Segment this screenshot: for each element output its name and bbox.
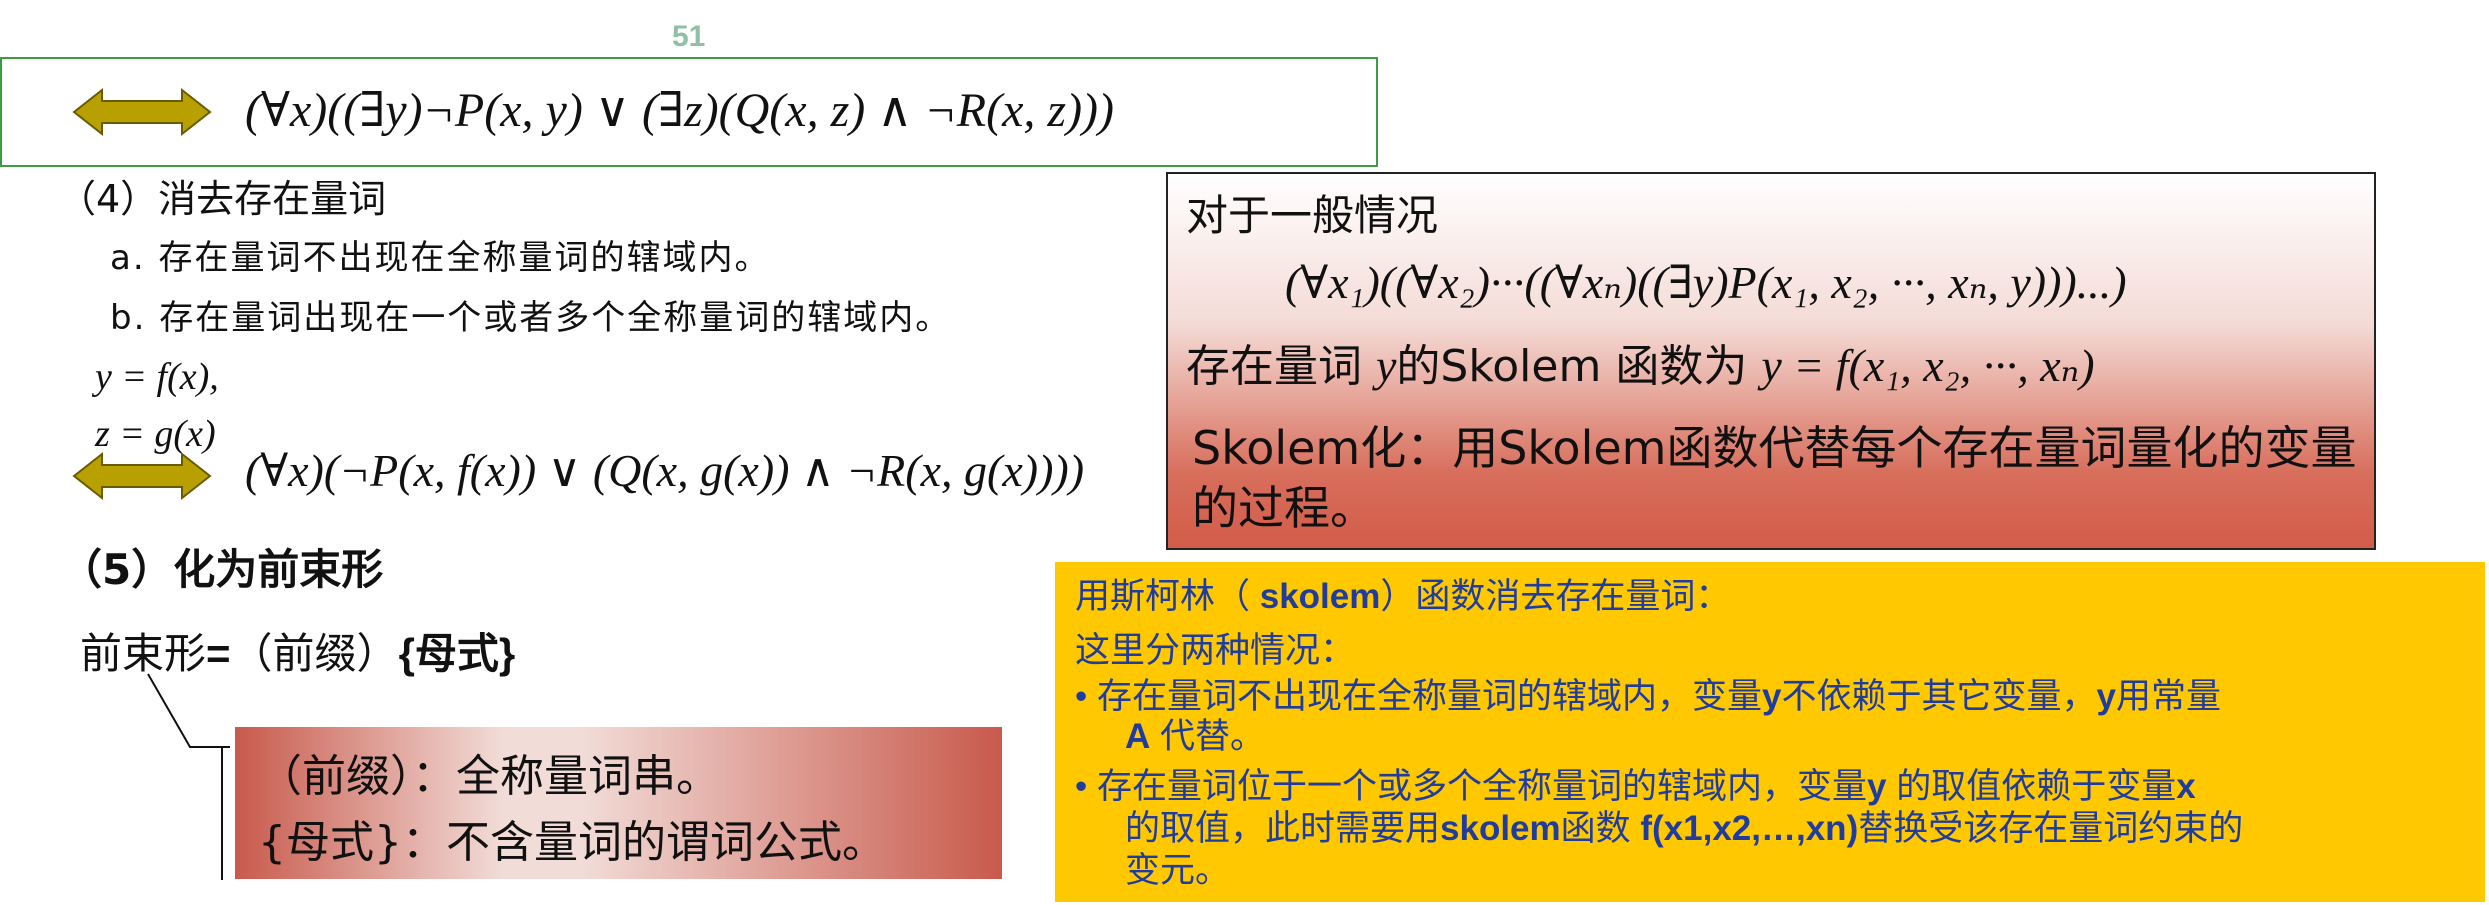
note-b1f: A	[1125, 717, 1151, 756]
formula-quantified: (∀x)((∃y)¬P(x, y) ∨ (∃z)(Q(x, z) ∧ ¬R(x,…	[245, 84, 1115, 137]
callout-connector	[147, 673, 230, 880]
bullet-icon: •	[1075, 767, 1088, 806]
note-b2g: 函数	[1560, 809, 1641, 848]
skolem-function-formula: y = f(x₁, x₂, ···, xₙ)	[1761, 340, 2095, 391]
note-l1a: 用斯柯林（	[1075, 577, 1260, 616]
prefix-explanation: （前缀）：全称量词串。	[258, 751, 720, 802]
substitution-y: y = f(x),	[95, 356, 219, 398]
double-arrow-icon	[72, 451, 212, 501]
skolem-line-var: y	[1376, 340, 1397, 391]
skolem-line-mid: 的Skolem 函数为	[1396, 341, 1762, 392]
note-b2h: f(x1,x2,…,xn)	[1640, 809, 1859, 848]
note-bullet-2-line-2: 的取值，此时需要用skolem函数 f(x1,x2,…,xn)替换受该存在量词约…	[1125, 800, 2243, 851]
prenex-eq: =	[206, 630, 231, 677]
note-b2f: skolem	[1440, 809, 1561, 848]
step4-item-a: a. 存在量词不出现在全称量词的辖域内。	[110, 238, 771, 278]
prenex-label: 前束形	[80, 629, 207, 678]
note-line-2: 这里分两种情况：	[1075, 631, 1356, 670]
double-arrow-icon	[72, 87, 212, 137]
formula-skolemized: (∀x)(¬P(x, f(x)) ∨ (Q(x, g(x)) ∧ ¬R(x, g…	[245, 445, 1085, 496]
note-l1c: ）函数消去存在量词：	[1380, 577, 1731, 616]
note-line-1: 用斯柯林（ skolem）函数消去存在量词：	[1075, 568, 1730, 619]
note-bullet-1-line-2: A 代替。	[1125, 708, 1265, 759]
note-b1e: 用常量	[2115, 677, 2221, 716]
general-case-title: 对于一般情况	[1186, 191, 1439, 240]
matrix-explanation: {母式}：不含量词的谓词公式。	[258, 817, 886, 868]
note-b1g: 代替。	[1150, 717, 1266, 756]
general-case-formula: (∀x₁)((∀x₂)···((∀xₙ)((∃y)P(x₁, x₂, ···, …	[1285, 257, 2127, 308]
page-number: 51	[672, 20, 706, 53]
note-l1b: skolem	[1259, 577, 1381, 616]
note-b1b: y	[1762, 677, 1782, 716]
step4-item-b: b. 存在量词出现在一个或者多个全称量词的辖域内。	[110, 298, 952, 338]
bullet-icon: •	[1075, 677, 1088, 716]
skolem-line-prefix: 存在量词	[1186, 341, 1376, 392]
skolemization-definition: Skolem化：用Skolem函数代替每个存在量词量化的变量的过程。	[1192, 421, 2357, 535]
note-b1c: 不依赖于其它变量，	[1781, 677, 2097, 716]
note-b2i: 替换受该存在量词约束的	[1858, 809, 2244, 848]
step4-title: （4）消去存在量词	[58, 177, 387, 221]
note-b1d: y	[2096, 677, 2116, 716]
step5-title: （5）化为前束形	[60, 545, 384, 594]
prenex-prefix: （前缀）	[230, 629, 399, 678]
skolem-function-line: 存在量词 y的Skolem 函数为 y = f(x₁, x₂, ···, xₙ)	[1186, 330, 2095, 394]
prenex-matrix: {母式}	[398, 630, 516, 677]
note-bullet-2-line-3: 变元。	[1125, 851, 1231, 890]
